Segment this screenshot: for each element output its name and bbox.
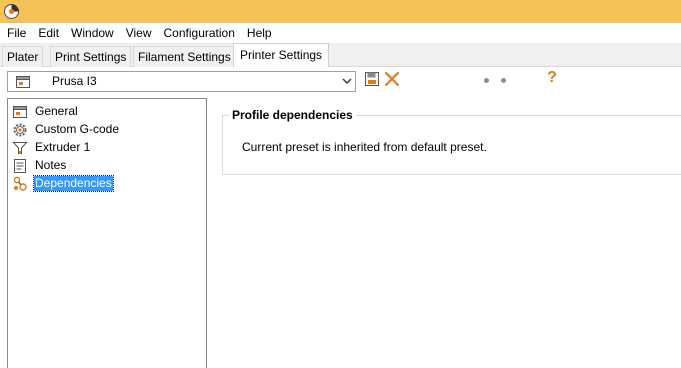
funnel-icon	[12, 141, 28, 154]
tree-item-dependencies[interactable]: Dependencies	[12, 175, 114, 192]
menu-bar: File Edit Window View Configuration Help	[0, 23, 681, 43]
tree-item-extruder-1[interactable]: Extruder 1	[12, 139, 91, 156]
inheritance-status-text: Current preset is inherited from default…	[242, 140, 487, 154]
tab-filament-settings[interactable]: Filament Settings	[133, 46, 236, 67]
dependencies-icon	[13, 176, 27, 191]
app-icon	[4, 4, 19, 19]
tab-printer-settings[interactable]: Printer Settings	[233, 43, 330, 68]
mode-dot-icon	[501, 78, 506, 83]
save-icon[interactable]	[364, 71, 380, 87]
mode-dot-icon	[484, 78, 489, 83]
printer-preset-icon	[16, 76, 30, 88]
printer-settings-panel: Prusa I3 ? General Custom G-code Extrude…	[0, 67, 681, 368]
note-icon	[14, 158, 26, 173]
title-bar	[0, 0, 681, 23]
tree-item-label: Custom G-code	[35, 122, 120, 136]
tab-bar: Plater Print Settings Filament Settings …	[0, 43, 681, 68]
tree-item-label: Dependencies	[33, 175, 114, 192]
gear-icon	[13, 123, 27, 136]
delete-icon[interactable]	[384, 71, 400, 87]
chevron-down-icon	[342, 78, 352, 84]
tree-item-label: General	[35, 104, 78, 118]
menu-view[interactable]: View	[120, 23, 158, 43]
menu-configuration[interactable]: Configuration	[158, 23, 241, 43]
tree-item-custom-gcode[interactable]: Custom G-code	[12, 121, 120, 138]
printer-icon	[13, 105, 27, 118]
settings-tree: General Custom G-code Extruder 1 Notes D…	[7, 98, 207, 368]
tree-item-label: Notes	[35, 158, 67, 172]
menu-file[interactable]: File	[1, 23, 32, 43]
tree-item-general[interactable]: General	[12, 103, 79, 120]
group-title: Profile dependencies	[229, 108, 356, 122]
preset-value: Prusa I3	[52, 74, 97, 88]
help-button[interactable]: ?	[545, 69, 559, 87]
tab-print-settings[interactable]: Print Settings	[50, 46, 132, 67]
tab-plater[interactable]: Plater	[2, 46, 44, 67]
menu-window[interactable]: Window	[65, 23, 120, 43]
menu-edit[interactable]: Edit	[32, 23, 65, 43]
tree-item-notes[interactable]: Notes	[12, 157, 67, 174]
profile-dependencies-group: Profile dependencies Current preset is i…	[222, 108, 681, 175]
preset-select[interactable]: Prusa I3	[7, 71, 356, 92]
tree-item-label: Extruder 1	[35, 140, 91, 154]
menu-help[interactable]: Help	[241, 23, 278, 43]
